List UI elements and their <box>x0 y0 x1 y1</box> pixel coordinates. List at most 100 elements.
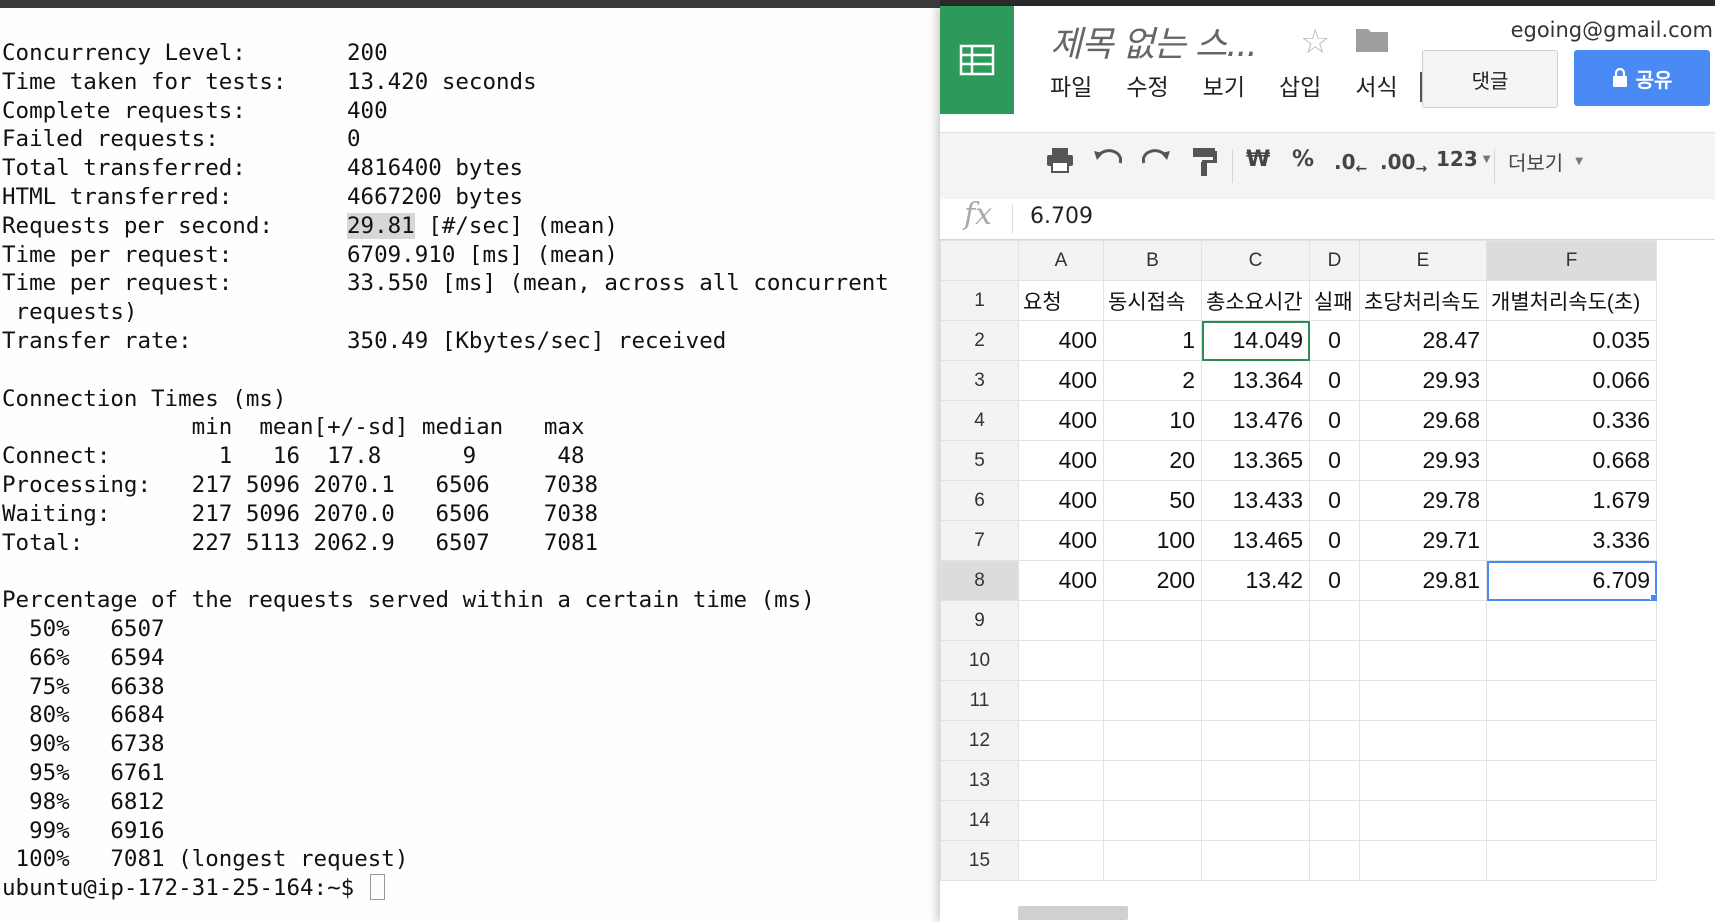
cell-f8[interactable]: 6.709 <box>1486 560 1657 601</box>
cell-b4[interactable]: 10 <box>1103 400 1202 441</box>
cell-d13[interactable] <box>1309 760 1360 801</box>
cell-f7[interactable]: 3.336 <box>1486 520 1657 561</box>
cell-e3[interactable]: 29.93 <box>1359 360 1487 401</box>
header-cell-b[interactable]: 동시접속 <box>1103 280 1202 321</box>
cell-f4[interactable]: 0.336 <box>1486 400 1657 441</box>
cell-e6[interactable]: 29.78 <box>1359 480 1487 521</box>
cell-f3[interactable]: 0.066 <box>1486 360 1657 401</box>
cell-e8[interactable]: 29.81 <box>1359 560 1487 601</box>
cell-b3[interactable]: 2 <box>1103 360 1202 401</box>
cell-e10[interactable] <box>1359 640 1487 681</box>
cell-b9[interactable] <box>1103 600 1202 641</box>
cell-e13[interactable] <box>1359 760 1487 801</box>
header-cell-c[interactable]: 총소요시간 <box>1201 280 1310 321</box>
menu-view[interactable]: 보기 <box>1203 68 1245 102</box>
shell-prompt-line[interactable]: ubuntu@ip-172-31-25-164:~$ <box>2 874 889 903</box>
column-header-f[interactable]: F <box>1486 240 1657 281</box>
cell-e5[interactable]: 29.93 <box>1359 440 1487 481</box>
folder-icon[interactable] <box>1356 26 1388 56</box>
cell-a14[interactable] <box>1018 800 1104 841</box>
column-header-b[interactable]: B <box>1103 240 1202 281</box>
cell-c10[interactable] <box>1201 640 1310 681</box>
row-header[interactable]: 1 <box>940 280 1019 321</box>
decrease-decimal-button[interactable]: .0 ← <box>1334 147 1367 177</box>
header-cell-a[interactable]: 요청 <box>1018 280 1104 321</box>
cell-f9[interactable] <box>1486 600 1657 641</box>
cell-f11[interactable] <box>1486 680 1657 721</box>
row-header[interactable]: 9 <box>940 600 1019 641</box>
cell-c2[interactable]: 14.049 <box>1201 320 1310 361</box>
cell-d12[interactable] <box>1309 720 1360 761</box>
row-header[interactable]: 12 <box>940 720 1019 761</box>
menu-edit[interactable]: 수정 <box>1126 68 1168 102</box>
row-header[interactable]: 14 <box>940 800 1019 841</box>
cell-a5[interactable]: 400 <box>1018 440 1104 481</box>
document-title[interactable]: 제목 없는 스... <box>1050 16 1258 67</box>
cell-f15[interactable] <box>1486 840 1657 881</box>
row-header[interactable]: 4 <box>940 400 1019 441</box>
header-cell-f[interactable]: 개별처리속도(초) <box>1486 280 1657 321</box>
cell-a7[interactable]: 400 <box>1018 520 1104 561</box>
column-header-d[interactable]: D <box>1309 240 1360 281</box>
percent-format-button[interactable]: % <box>1292 147 1314 172</box>
cell-b14[interactable] <box>1103 800 1202 841</box>
cell-b2[interactable]: 1 <box>1103 320 1202 361</box>
row-header[interactable]: 7 <box>940 520 1019 561</box>
cell-b15[interactable] <box>1103 840 1202 881</box>
formula-bar[interactable]: fx 6.709 <box>940 197 1715 240</box>
share-button[interactable]: 공유 <box>1574 50 1710 106</box>
cell-d8[interactable]: 0 <box>1309 560 1360 601</box>
menu-file[interactable]: 파일 <box>1050 68 1092 102</box>
cell-e14[interactable] <box>1359 800 1487 841</box>
paint-format-icon[interactable] <box>1192 147 1218 177</box>
cell-c12[interactable] <box>1201 720 1310 761</box>
cell-f14[interactable] <box>1486 800 1657 841</box>
fill-handle[interactable] <box>1650 594 1656 600</box>
cell-b6[interactable]: 50 <box>1103 480 1202 521</box>
cell-e15[interactable] <box>1359 840 1487 881</box>
row-header[interactable]: 13 <box>940 760 1019 801</box>
row-header[interactable]: 10 <box>940 640 1019 681</box>
formula-value[interactable]: 6.709 <box>1030 204 1093 229</box>
cell-e7[interactable]: 29.71 <box>1359 520 1487 561</box>
cell-c15[interactable] <box>1201 840 1310 881</box>
cell-d4[interactable]: 0 <box>1309 400 1360 441</box>
cell-d5[interactable]: 0 <box>1309 440 1360 481</box>
cell-e2[interactable]: 28.47 <box>1359 320 1487 361</box>
menu-format[interactable]: 서식 <box>1355 68 1397 102</box>
cell-a2[interactable]: 400 <box>1018 320 1104 361</box>
cell-d3[interactable]: 0 <box>1309 360 1360 401</box>
row-header[interactable]: 6 <box>940 480 1019 521</box>
print-icon[interactable] <box>1046 147 1074 173</box>
cell-b11[interactable] <box>1103 680 1202 721</box>
row-header[interactable]: 2 <box>940 320 1019 361</box>
cell-c7[interactable]: 13.465 <box>1201 520 1310 561</box>
header-cell-d[interactable]: 실패 <box>1309 280 1360 321</box>
cell-d7[interactable]: 0 <box>1309 520 1360 561</box>
redo-icon[interactable] <box>1142 147 1170 169</box>
cell-c4[interactable]: 13.476 <box>1201 400 1310 441</box>
menu-insert[interactable]: 삽입 <box>1279 68 1321 102</box>
cell-a15[interactable] <box>1018 840 1104 881</box>
column-header-e[interactable]: E <box>1359 240 1487 281</box>
row-header[interactable]: 11 <box>940 680 1019 721</box>
cell-d14[interactable] <box>1309 800 1360 841</box>
cell-a13[interactable] <box>1018 760 1104 801</box>
cell-b8[interactable]: 200 <box>1103 560 1202 601</box>
cell-a3[interactable]: 400 <box>1018 360 1104 401</box>
cell-d15[interactable] <box>1309 840 1360 881</box>
cell-f10[interactable] <box>1486 640 1657 681</box>
select-all-corner[interactable] <box>940 240 1019 281</box>
cell-f12[interactable] <box>1486 720 1657 761</box>
cell-c5[interactable]: 13.365 <box>1201 440 1310 481</box>
currency-format-button[interactable]: ₩ <box>1246 147 1270 172</box>
cell-a8[interactable]: 400 <box>1018 560 1104 601</box>
cell-d6[interactable]: 0 <box>1309 480 1360 521</box>
cell-a9[interactable] <box>1018 600 1104 641</box>
row-header[interactable]: 15 <box>940 840 1019 881</box>
undo-icon[interactable] <box>1094 147 1122 169</box>
cell-e4[interactable]: 29.68 <box>1359 400 1487 441</box>
cell-c8[interactable]: 13.42 <box>1201 560 1310 601</box>
cell-b10[interactable] <box>1103 640 1202 681</box>
cell-f13[interactable] <box>1486 760 1657 801</box>
